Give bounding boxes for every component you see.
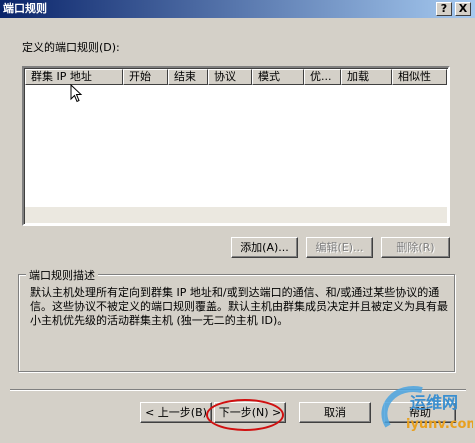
mouse-cursor-icon bbox=[70, 84, 83, 103]
rules-label: 定义的端口规则(D): bbox=[22, 41, 120, 54]
column-end[interactable]: 结束 bbox=[168, 69, 208, 85]
list-header: 群集 IP 地址 开始 结束 协议 模式 优... 加载 相似性 bbox=[25, 69, 447, 85]
description-text: 默认主机处理所有定向到群集 IP 地址和/或到达端口的通信、和/或通过某些协议的… bbox=[30, 286, 448, 327]
add-button[interactable]: 添加(A)... bbox=[231, 237, 298, 258]
title-bar: 端口规则 ? X bbox=[0, 0, 475, 18]
help-title-button[interactable]: ? bbox=[436, 2, 452, 16]
back-button[interactable]: < 上一步(B) bbox=[140, 402, 212, 423]
column-mode[interactable]: 模式 bbox=[252, 69, 304, 85]
column-load[interactable]: 加载 bbox=[341, 69, 392, 85]
column-cluster-ip[interactable]: 群集 IP 地址 bbox=[25, 69, 123, 85]
window-title: 端口规则 bbox=[3, 2, 47, 15]
cancel-button[interactable]: 取消 bbox=[299, 402, 371, 423]
column-protocol[interactable]: 协议 bbox=[208, 69, 252, 85]
delete-button[interactable]: 删除(R) bbox=[381, 237, 450, 258]
edit-button[interactable]: 编辑(E)... bbox=[306, 237, 373, 258]
list-horizontal-scroll-track[interactable] bbox=[25, 207, 447, 223]
watermark-line1: 运维网 bbox=[410, 393, 458, 412]
column-priority[interactable]: 优... bbox=[304, 69, 341, 85]
port-rules-dialog: 端口规则 ? X 定义的端口规则(D): 群集 IP 地址 开始 结束 协议 模… bbox=[0, 0, 475, 443]
description-title: 端口规则描述 bbox=[26, 267, 98, 283]
close-title-button[interactable]: X bbox=[455, 2, 471, 16]
highlight-oval bbox=[206, 399, 284, 431]
watermark-logo: 运维网 iyunv.com bbox=[381, 386, 473, 432]
port-rules-list[interactable]: 群集 IP 地址 开始 结束 协议 模式 优... 加载 相似性 bbox=[22, 66, 450, 226]
watermark-line2: iyunv.com bbox=[406, 417, 473, 432]
column-start[interactable]: 开始 bbox=[123, 69, 168, 85]
column-affinity[interactable]: 相似性 bbox=[392, 69, 447, 85]
